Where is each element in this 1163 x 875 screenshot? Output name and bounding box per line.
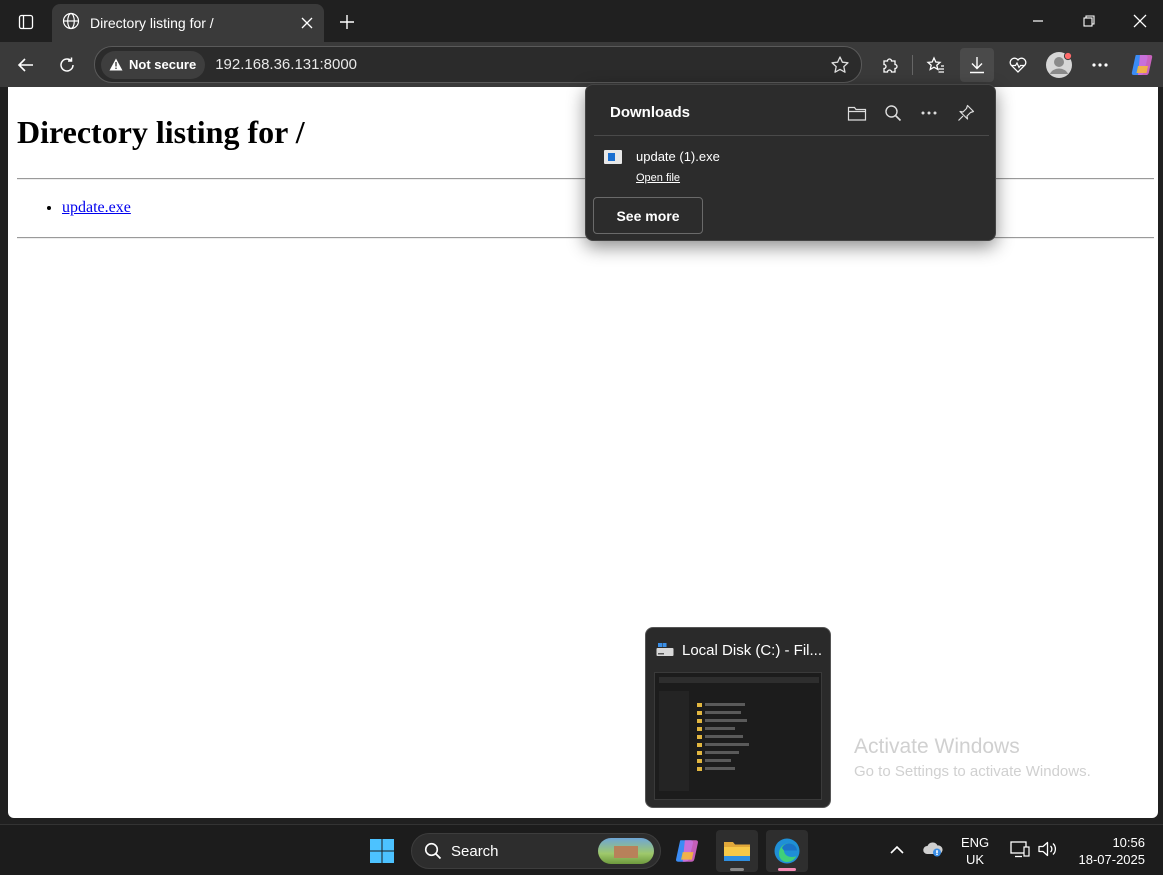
edge-icon [774,838,800,864]
heart-pulse-icon [1009,57,1027,73]
close-window-icon[interactable] [1117,6,1163,36]
region-code: UK [966,852,985,867]
show-hidden-icons-chevron-icon[interactable] [887,836,907,862]
network-icon[interactable] [1009,836,1031,862]
language-indicator[interactable]: ENG UK [961,834,989,868]
preview-thumbnail [654,672,822,800]
watermark-line2: Go to Settings to activate Windows. [854,763,1091,780]
copilot-icon [676,840,698,862]
back-button[interactable] [9,48,43,82]
toolbar-separator [912,55,913,75]
search-label: Search [451,842,499,860]
browser-essentials-button[interactable] [1001,48,1035,82]
globe-icon [62,12,80,35]
exe-file-icon [604,150,622,164]
preview-title: Local Disk (C:) - Fil... [682,642,823,659]
start-button[interactable] [361,830,403,872]
download-item[interactable]: update (1).exe Open file [602,147,982,187]
back-arrow-icon [17,58,33,72]
open-file-link[interactable]: Open file [636,172,680,184]
open-folder-icon[interactable] [844,100,870,126]
taskbar-search[interactable]: Search [411,833,661,869]
address-bar[interactable]: Not secure 192.168.36.131:8000 [94,46,862,83]
search-icon [424,842,442,860]
flyout-divider [594,135,989,136]
clock-time: 10:56 [1112,835,1145,850]
folder-icon [724,842,750,861]
page-heading: Directory listing for / [17,114,305,150]
taskbar-copilot[interactable] [666,830,708,872]
explorer-window-preview[interactable]: Local Disk (C:) - Fil... [645,627,831,808]
favorites-button[interactable] [919,48,953,82]
downloads-button[interactable] [960,48,994,82]
watermark-line1: Activate Windows [854,735,1020,758]
favorites-star-icon [926,56,944,73]
see-more-button[interactable]: See more [593,197,703,234]
tab-title: Directory listing for / [90,15,214,31]
active-window-indicator [778,868,796,871]
downloads-flyout: Downloads update (1).exe Open file See m… [585,84,996,241]
onedrive-cloud-icon[interactable] [921,836,945,862]
download-file-name: update (1).exe [636,149,720,164]
taskbar-edge[interactable] [766,830,808,872]
file-link-update-exe[interactable]: update.exe [62,199,131,216]
warning-icon [109,58,123,71]
clock-date: 18-07-2025 [1078,852,1146,867]
tab-strip: Directory listing for / [0,0,1163,42]
copilot-icon [1131,55,1153,75]
activate-windows-watermark: Activate Windows Go to Settings to activ… [854,735,1091,780]
close-tab-icon[interactable] [294,10,320,36]
not-secure-badge[interactable]: Not secure [101,50,206,79]
refresh-icon [60,57,74,72]
extensions-button[interactable] [873,48,907,82]
refresh-button[interactable] [50,48,84,82]
tab-actions-icon[interactable] [10,9,42,35]
windows-logo-icon [370,839,394,863]
search-highlight-image [598,838,654,864]
system-clock[interactable]: 10:56 18-07-2025 [1073,834,1146,868]
volume-icon[interactable] [1036,836,1060,862]
file-list: update.exe [62,199,131,217]
favorite-star-icon[interactable] [825,50,855,80]
puzzle-icon [883,58,898,73]
language-code: ENG [961,835,990,850]
pin-icon[interactable] [953,100,979,126]
browser-toolbar: Not secure 192.168.36.131:8000 [0,42,1163,87]
taskbar: Search ENG UK 10:56 18-07-2025 [0,824,1163,875]
downloads-title: Downloads [610,104,691,121]
profile-button[interactable] [1042,48,1076,82]
restore-icon[interactable] [1066,6,1112,36]
copilot-button[interactable] [1125,48,1159,82]
download-icon [970,57,984,74]
new-tab-button[interactable] [333,8,361,36]
drive-icon [656,643,674,656]
ellipsis-icon [1092,63,1108,67]
taskbar-file-explorer[interactable] [716,830,758,872]
url-text[interactable]: 192.168.36.131:8000 [215,56,825,73]
more-options-button[interactable] [1083,48,1117,82]
minimize-icon[interactable] [1015,6,1061,36]
more-download-options-icon[interactable] [916,100,942,126]
running-indicator [730,868,744,871]
avatar-icon [1046,51,1073,78]
list-item: update.exe [62,199,131,217]
search-downloads-icon[interactable] [880,100,906,126]
tab-directory-listing[interactable]: Directory listing for / [52,4,324,42]
not-secure-label: Not secure [129,57,197,72]
